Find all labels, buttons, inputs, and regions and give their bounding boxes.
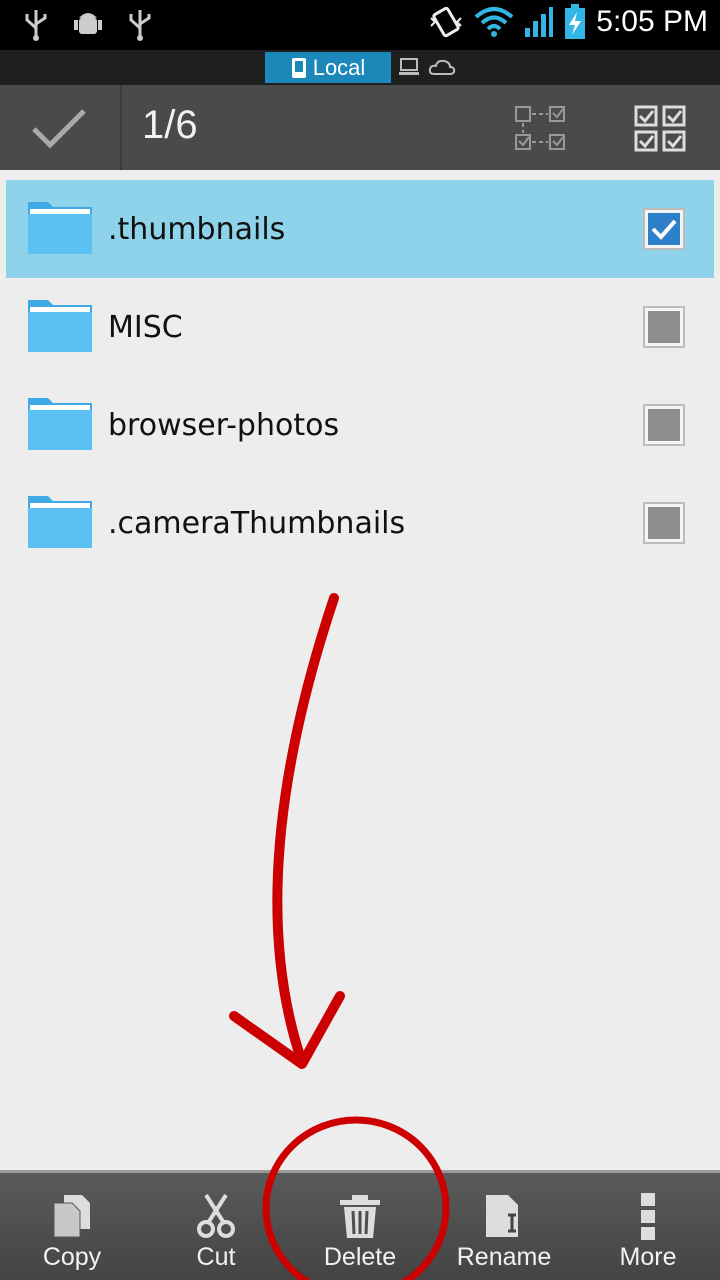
android-debug-icon [74,13,102,34]
signal-icon [525,7,554,37]
file-name: MISC [108,310,183,345]
tab-local-label: Local [312,54,366,80]
selection-action-bar: 1/6 [0,85,720,170]
tab-local[interactable]: Local [265,52,391,83]
usb-icon [25,10,47,41]
list-item[interactable]: MISC [0,278,720,376]
more-vertical-icon [641,1193,655,1240]
folder-icon [28,398,92,450]
bottom-toolbar: Copy Cut Delete Rename More [0,1170,720,1280]
cut-button[interactable]: Cut [144,1173,288,1280]
list-item[interactable]: .thumbnails [6,180,714,278]
done-check-icon[interactable] [28,105,90,151]
cloud-icon[interactable] [428,56,456,78]
folder-icon [28,300,92,352]
checkbox-checked[interactable] [643,208,685,250]
status-bar: 5:05 PM [0,0,720,50]
annotation-arrowhead [229,991,345,1069]
lan-icon[interactable] [398,56,420,78]
more-button[interactable]: More [576,1173,720,1280]
delete-button[interactable]: Delete [288,1173,432,1280]
location-tabs: Local [0,50,720,85]
checkbox-unchecked[interactable] [643,306,685,348]
file-name: .cameraThumbnails [108,506,406,541]
folder-icon [28,496,92,548]
more-label: More [619,1243,677,1271]
list-item[interactable]: browser-photos [0,376,720,474]
copy-label: Copy [42,1243,102,1271]
wifi-icon [474,7,514,37]
list-item[interactable]: .cameraThumbnails [0,474,720,572]
copy-button[interactable]: Copy [0,1173,144,1280]
battery-charging-icon [565,4,586,39]
file-name: .thumbnails [108,212,286,247]
vibrate-icon [430,6,462,38]
trash-icon [340,1195,380,1238]
file-list: .thumbnails MISC browser-photos .cameraT… [0,180,720,572]
phone-icon [291,57,306,78]
checkbox-unchecked[interactable] [643,502,685,544]
scissors-icon [197,1193,235,1238]
folder-icon [28,202,92,254]
delete-label: Delete [323,1243,397,1271]
copy-icon [53,1195,90,1238]
rename-label: Rename [456,1243,552,1271]
select-range-icon[interactable] [514,105,568,153]
cut-label: Cut [196,1243,236,1271]
checkbox-unchecked[interactable] [643,404,685,446]
annotation-arrow [272,593,339,1067]
file-name: browser-photos [108,408,340,443]
divider [120,85,122,170]
select-all-icon[interactable] [634,105,688,153]
clock: 5:05 PM [596,5,708,38]
rename-icon [486,1195,518,1237]
rename-button[interactable]: Rename [432,1173,576,1280]
usb-icon [129,10,151,41]
selection-count: 1/6 [142,103,198,147]
